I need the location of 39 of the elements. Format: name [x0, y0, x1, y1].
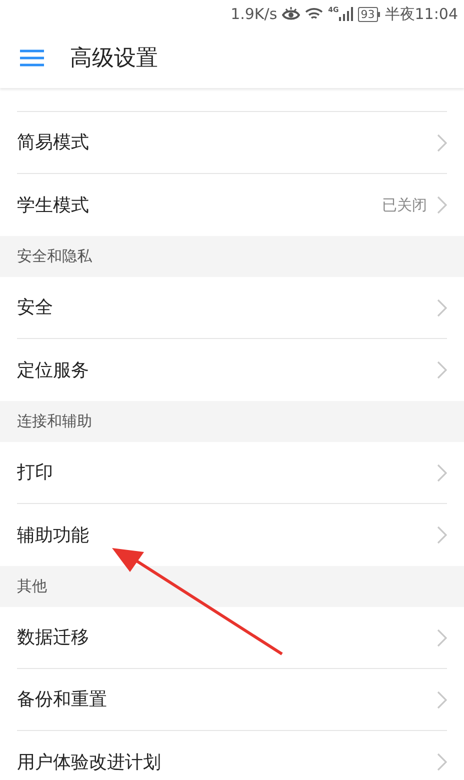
settings-row[interactable]: 用户体验改进计划 [17, 731, 447, 780]
chevron-right-icon [437, 628, 447, 646]
signal-icon [338, 7, 353, 21]
settings-row[interactable]: 安全 [17, 277, 447, 339]
chevron-right-icon [437, 464, 447, 482]
row-label: 学生模式 [17, 194, 90, 218]
row-label: 数据迁移 [17, 626, 90, 650]
section-header: 其他 [0, 566, 464, 607]
row-label: 安全 [17, 296, 54, 320]
row-label: 简易模式 [17, 131, 90, 155]
chevron-right-icon [437, 526, 447, 544]
menu-icon[interactable] [20, 49, 44, 67]
chevron-right-icon [437, 196, 447, 214]
section-header: 安全和隐私 [0, 236, 464, 277]
chevron-right-icon [437, 134, 447, 152]
settings-row[interactable]: 定位服务 [17, 339, 447, 401]
chevron-right-icon [437, 690, 447, 708]
row-label: 用户体验改进计划 [17, 750, 162, 774]
chevron-right-icon [437, 361, 447, 379]
wifi-icon [305, 7, 324, 21]
settings-row[interactable]: 打印 [17, 442, 447, 504]
chevron-right-icon [437, 298, 447, 316]
page-title: 高级设置 [70, 44, 158, 72]
settings-row[interactable]: 辅助功能 [17, 504, 447, 566]
row-value: 已关闭 [382, 194, 427, 216]
section-header: 连接和辅助 [0, 401, 464, 442]
battery-indicator: 93 [358, 6, 380, 22]
settings-row[interactable]: 简易模式 [17, 112, 447, 174]
settings-row[interactable]: 备份和重置 [17, 669, 447, 731]
row-label: 辅助功能 [17, 524, 90, 548]
row-label: 打印 [17, 461, 54, 485]
chevron-right-icon [437, 753, 447, 771]
row-label: 备份和重置 [17, 688, 108, 712]
row-label: 定位服务 [17, 358, 90, 382]
network-speed: 1.9K/s [230, 4, 278, 25]
eye-icon [282, 7, 300, 21]
clock: 半夜11:04 [384, 4, 458, 25]
settings-row[interactable]: 学生模式 已关闭 [17, 174, 447, 236]
settings-row[interactable]: 数据迁移 [17, 607, 447, 669]
